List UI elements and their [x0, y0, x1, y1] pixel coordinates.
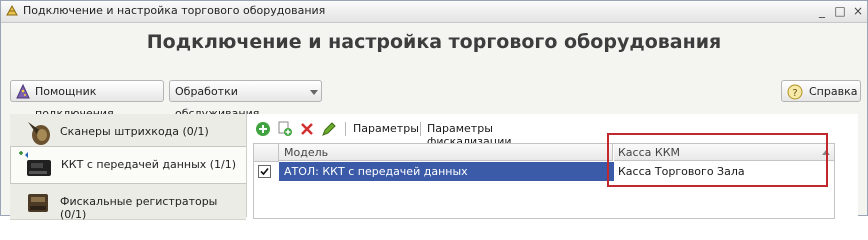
help-label: Справка: [809, 85, 858, 98]
delete-icon[interactable]: [299, 121, 315, 137]
sidebar-item-barcode-scanners[interactable]: Сканеры штрихкода (0/1): [10, 114, 246, 150]
title-bar: Подключение и настройка торгового оборуд…: [1, 1, 867, 23]
maintenance-dropdown-button[interactable]: Обработки обслуживания: [169, 80, 322, 120]
cashbox-column-highlight: [607, 133, 828, 187]
minimize-button[interactable]: _: [813, 3, 831, 19]
barcode-scanner-icon: [28, 122, 50, 145]
sidebar-item-kkt-data[interactable]: ККТ с передачей данных (1/1): [10, 146, 248, 184]
cash-register-icon: [19, 151, 51, 176]
toolbar-separator: [345, 122, 346, 136]
sidebar-item-fiscal-registers[interactable]: Фискальные регистраторы (0/1): [10, 184, 246, 221]
fiscal-printer-icon: [28, 194, 48, 212]
maximize-button[interactable]: □: [831, 3, 849, 19]
page-title: Подключение и настройка торгового оборуд…: [146, 31, 722, 53]
help-button[interactable]: ? Справка: [781, 80, 861, 102]
row-model-cell[interactable]: АТОЛ: ККТ с передачей данных: [279, 162, 614, 181]
column-header-check[interactable]: [254, 144, 279, 162]
main-window: Подключение и настройка торгового оборуд…: [0, 0, 868, 221]
help-icon: ?: [787, 84, 803, 100]
sidebar-item-label: Сканеры штрихкода (0/1): [60, 125, 209, 138]
app-icon: [6, 4, 18, 16]
row-checkbox-cell[interactable]: [254, 162, 278, 181]
edit-pencil-icon[interactable]: [321, 121, 337, 137]
sidebar-item-label: ККТ с передачей данных (1/1): [61, 158, 237, 171]
chevron-down-icon: [310, 90, 318, 95]
checkbox-checked-icon[interactable]: [258, 165, 271, 178]
add-icon[interactable]: [255, 121, 271, 137]
toolbar-separator: [420, 122, 421, 136]
connection-wizard-button[interactable]: Помощник подключения: [10, 80, 164, 120]
window-title: Подключение и настройка торгового оборуд…: [23, 4, 326, 17]
svg-text:?: ?: [792, 88, 797, 99]
close-button[interactable]: ×: [849, 3, 867, 19]
wizard-hat-icon: [16, 84, 30, 99]
sidebar-item-label: Фискальные регистраторы (0/1): [60, 195, 218, 221]
copy-icon[interactable]: [277, 121, 293, 137]
equipment-type-sidebar: Сканеры штрихкода (0/1) ККТ с передачей …: [10, 114, 248, 221]
column-header-model[interactable]: Модель: [279, 144, 613, 161]
parameters-button[interactable]: Параметры: [353, 122, 419, 135]
